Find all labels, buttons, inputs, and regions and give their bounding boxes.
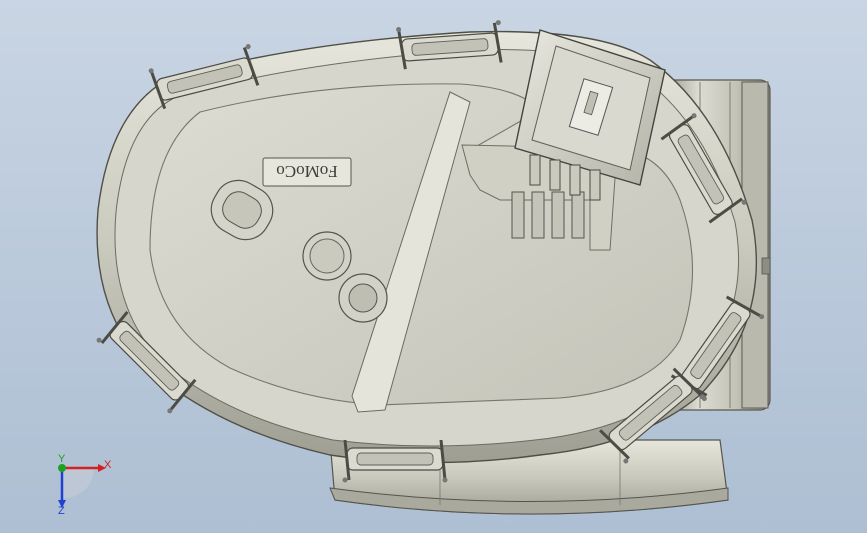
round-boss-2: [338, 273, 388, 323]
logo-plate: FoMoCo: [262, 157, 352, 187]
y-axis-dot: [58, 464, 66, 472]
coordinate-triad: X Y Z: [58, 453, 112, 517]
z-axis-label: Z: [58, 505, 65, 517]
x-axis-label: X: [104, 459, 112, 471]
round-boss-1: [302, 231, 352, 281]
y-axis-label: Y: [58, 453, 66, 465]
cad-viewport[interactable]: FoMoCo X Y Z: [0, 0, 867, 533]
fomoco-logo-text: FoMoCo: [276, 162, 337, 181]
